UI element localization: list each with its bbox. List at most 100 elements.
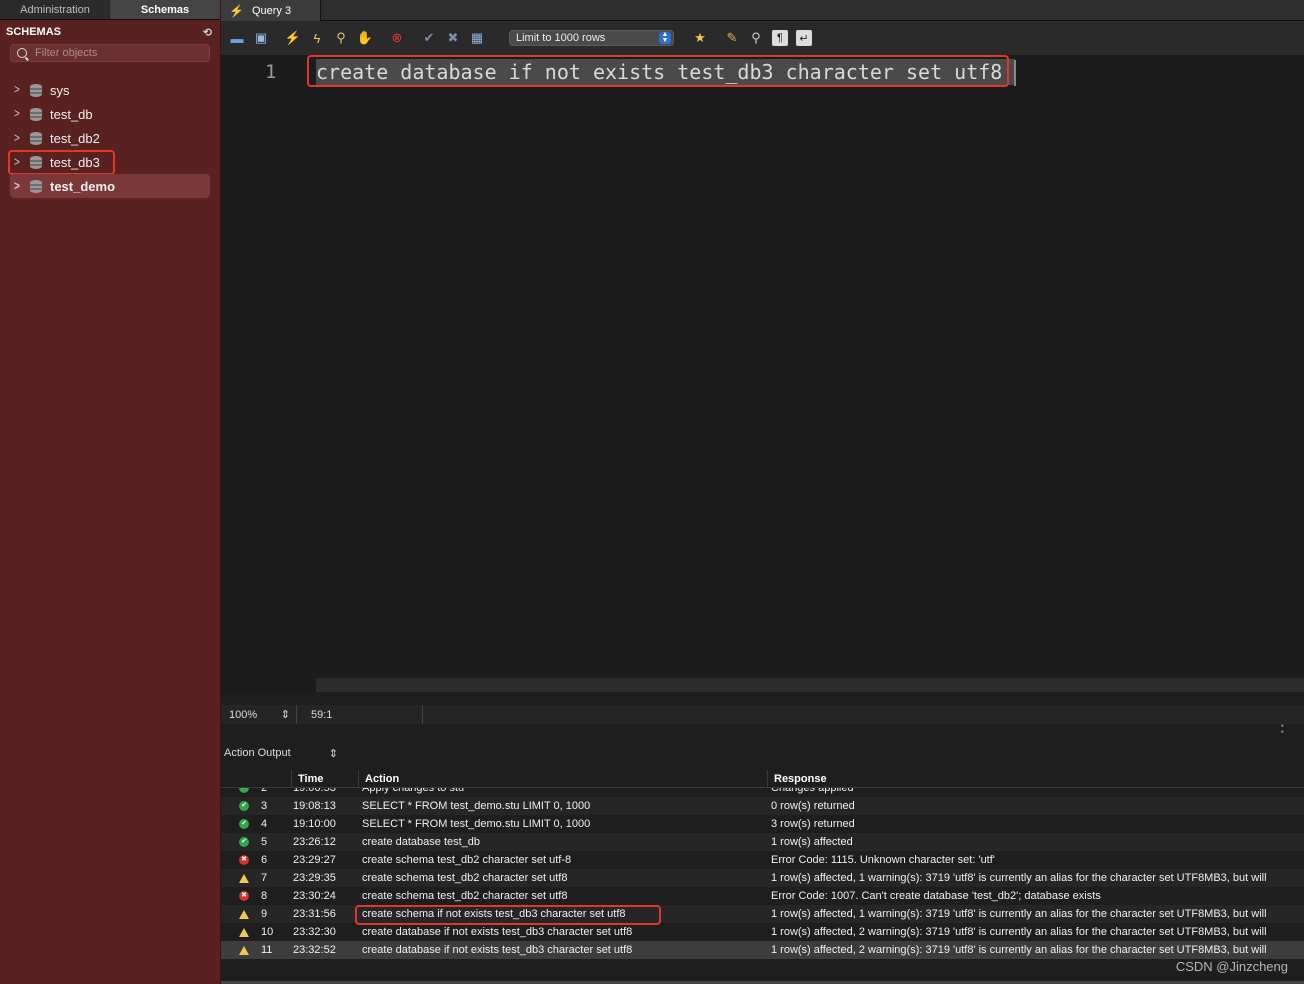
table-row[interactable]: 10 23:32:30 create database if not exists … xyxy=(221,923,1304,941)
table-row[interactable]: ✔ 5 23:26:12 create database test_db 1 row(s… xyxy=(221,833,1304,851)
row-response: 1 row(s) affected xyxy=(771,836,853,848)
row-response: 1 row(s) affected, 1 warning(s): 3719 'u… xyxy=(771,872,1267,884)
execute-current-icon[interactable]: ϟ xyxy=(309,30,325,46)
success-icon: ✔ xyxy=(221,801,255,811)
table-row[interactable]: ✔ 2 19:06:53 Apply changes to stu Changes ap… xyxy=(221,788,1304,797)
row-time: 23:30:24 xyxy=(293,890,336,902)
refresh-icon[interactable]: ⟲ xyxy=(203,26,212,39)
row-response: 0 row(s) returned xyxy=(771,800,855,812)
error-icon: ✖ xyxy=(221,891,255,901)
table-row[interactable]: ✖ 6 23:29:27 create schema test_db2 charact… xyxy=(221,851,1304,869)
explain-icon[interactable]: ⚲ xyxy=(333,30,349,46)
database-icon xyxy=(30,107,42,121)
schema-tree: > sys > test_db > test_db2 > test_db3 > … xyxy=(8,78,210,198)
table-row[interactable]: 11 23:32:52 create database if not exists … xyxy=(221,941,1304,959)
more-options-icon[interactable]: • • xyxy=(1280,722,1284,738)
limit-rows-value: Limit to 1000 rows xyxy=(516,32,606,44)
wrap-lines-icon[interactable]: ↵ xyxy=(796,30,812,46)
invisible-chars-icon[interactable]: ¶ xyxy=(772,30,788,46)
row-action: create database if not exists test_db3 c… xyxy=(362,926,633,938)
chevron-right-icon[interactable]: > xyxy=(14,131,24,145)
status-column-header xyxy=(221,770,255,787)
highlight-box xyxy=(8,150,115,175)
chevron-right-icon[interactable]: > xyxy=(14,179,24,193)
chevron-right-icon[interactable]: > xyxy=(14,107,24,121)
table-row[interactable]: ✖ 8 23:30:24 create schema test_db2 charact… xyxy=(221,887,1304,905)
row-number: 11 xyxy=(261,944,273,956)
database-icon xyxy=(30,83,42,97)
lightning-icon: ⚡ xyxy=(229,3,244,18)
output-header: Action Output ⇕ xyxy=(221,744,1304,762)
zoom-control[interactable]: 100% ⇕ xyxy=(221,705,297,724)
row-number: 5 xyxy=(261,836,268,848)
schema-item-test-demo[interactable]: > test_demo xyxy=(10,174,210,198)
schema-item-test-db2[interactable]: > test_db2 xyxy=(10,126,210,150)
horizontal-scrollbar[interactable] xyxy=(316,678,1304,692)
toggle-error-icon[interactable]: ⊗ xyxy=(389,30,405,46)
row-action: create database test_db xyxy=(362,836,481,848)
time-column-header[interactable]: Time xyxy=(291,770,358,787)
row-time: 23:32:52 xyxy=(293,944,336,956)
schema-label: test_db2 xyxy=(50,130,100,146)
action-column-header[interactable]: Action xyxy=(358,770,767,787)
open-folder-icon[interactable]: ▬ xyxy=(229,30,245,46)
schema-item-sys[interactable]: > sys xyxy=(10,78,210,102)
output-selector[interactable]: Action Output ⇕ xyxy=(224,747,342,760)
table-row[interactable]: 7 23:29:35 create schema test_db2 characte… xyxy=(221,869,1304,887)
sql-toolbar: ▬ ▣ ⚡ ϟ ⚲ ✋ ⊗ ✔ ✖ ▦ Limit to 1000 rows ▲… xyxy=(221,21,1304,55)
table-row[interactable]: ✔ 3 19:08:13 SELECT * FROM test_demo.stu LI… xyxy=(221,797,1304,815)
schema-item-test-db3[interactable]: > test_db3 xyxy=(8,150,210,175)
schemas-header: SCHEMAS ⟲ xyxy=(0,20,220,44)
row-action: create database if not exists test_db3 c… xyxy=(362,944,633,956)
row-response: 3 row(s) returned xyxy=(771,818,855,830)
format-icon[interactable]: ✎ xyxy=(724,30,740,46)
search-icon[interactable]: ⚲ xyxy=(748,30,764,46)
commit-icon[interactable]: ✔ xyxy=(421,30,437,46)
database-icon xyxy=(30,131,42,145)
chevron-updown-icon: ⇕ xyxy=(328,747,338,760)
row-response: 1 row(s) affected, 1 warning(s): 3719 'u… xyxy=(771,908,1267,920)
execute-icon[interactable]: ⚡ xyxy=(285,30,301,46)
stop-icon[interactable]: ✋ xyxy=(357,30,373,46)
sql-editor[interactable]: 1 create database if not exists test_db3… xyxy=(221,55,1304,692)
zoom-value: 100% xyxy=(229,708,258,721)
filter-input[interactable] xyxy=(35,47,195,59)
rollback-icon[interactable]: ✖ xyxy=(445,30,461,46)
row-action: create schema test_db2 character set utf… xyxy=(362,890,568,902)
row-time: 19:10:00 xyxy=(293,818,336,830)
tab-query-3[interactable]: ⚡ Query 3 xyxy=(221,0,321,21)
row-action: create schema test_db2 character set utf… xyxy=(362,854,572,866)
save-icon[interactable]: ▣ xyxy=(253,30,269,46)
query-tabbar: ⚡ Query 3 xyxy=(221,0,1304,21)
row-time: 23:31:56 xyxy=(293,908,336,920)
row-number: 6 xyxy=(261,854,268,866)
tab-schemas[interactable]: Schemas xyxy=(110,0,220,19)
table-body: ✔ 2 19:06:53 Apply changes to stu Changes ap… xyxy=(221,788,1304,959)
text-cursor xyxy=(1014,60,1016,86)
limit-rows-select[interactable]: Limit to 1000 rows ▲ ▼ xyxy=(509,30,674,46)
editor-statusbar: 100% ⇕ 59:1 xyxy=(221,705,1304,724)
row-time: 23:29:27 xyxy=(293,854,336,866)
row-number: 8 xyxy=(261,890,268,902)
success-icon: ✔ xyxy=(221,819,255,829)
row-response: Changes applied xyxy=(771,788,854,794)
beautify-icon[interactable]: ★ xyxy=(692,30,708,46)
schemas-title: SCHEMAS xyxy=(6,26,62,38)
tab-administration[interactable]: Administration xyxy=(0,0,110,19)
highlight-box xyxy=(307,55,1009,87)
sidebar-tabs: Administration Schemas xyxy=(0,0,220,20)
chevron-right-icon[interactable]: > xyxy=(14,83,24,97)
row-number: 9 xyxy=(261,908,268,920)
watermark: CSDN @Jinzcheng xyxy=(1175,959,1288,974)
warning-icon xyxy=(221,909,255,919)
row-action: create schema test_db2 character set utf… xyxy=(362,872,568,884)
autocommit-icon[interactable]: ▦ xyxy=(469,30,485,46)
table-row[interactable]: ✔ 4 19:10:00 SELECT * FROM test_demo.stu LI… xyxy=(221,815,1304,833)
query-tab-label: Query 3 xyxy=(251,4,292,17)
row-response: Error Code: 1007. Can't create database … xyxy=(771,890,1101,902)
chevron-updown-icon: ▲ ▼ xyxy=(659,31,671,44)
schema-item-test-db[interactable]: > test_db xyxy=(10,102,210,126)
warning-icon xyxy=(221,945,255,955)
schema-label: test_db xyxy=(50,106,93,122)
response-column-header[interactable]: Response xyxy=(767,770,1304,787)
